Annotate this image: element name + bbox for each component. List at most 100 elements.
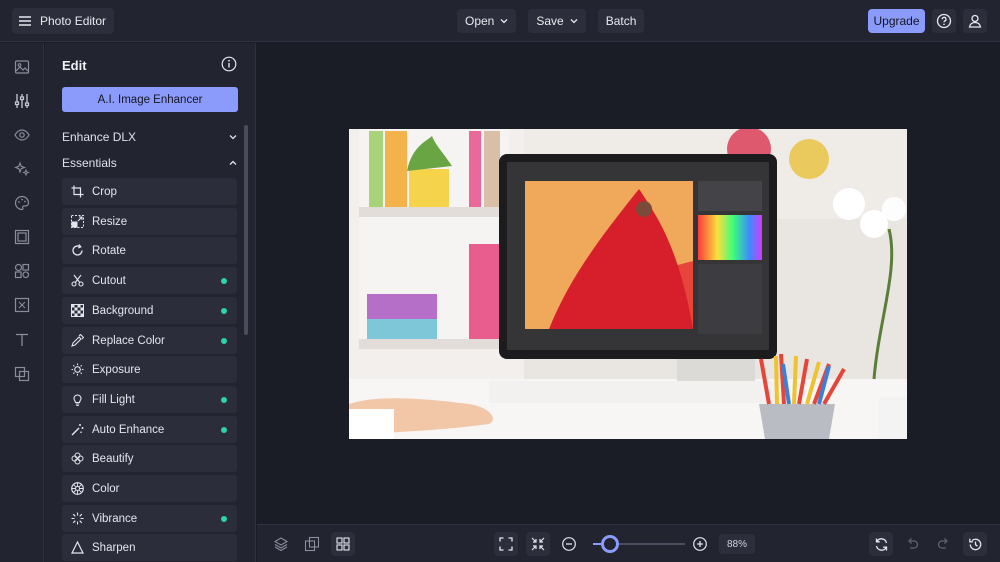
tool-beautify[interactable]: Beautify [62, 445, 237, 472]
shrink-icon [531, 537, 545, 551]
compare-button[interactable] [300, 532, 324, 556]
batch-button[interactable]: Batch [597, 9, 645, 33]
section-label: Essentials [62, 156, 117, 170]
chevron-down-icon [228, 132, 238, 142]
tool-crop[interactable]: Crop [62, 178, 237, 205]
rotate-icon [70, 244, 84, 258]
chevron-down-icon [500, 17, 508, 25]
resize-icon [70, 215, 84, 229]
tool-background[interactable]: Background [62, 297, 237, 324]
layers-button[interactable] [269, 532, 293, 556]
photo-preview[interactable] [349, 129, 907, 439]
frame-icon[interactable] [13, 228, 31, 246]
section-enhance-dlx[interactable]: Enhance DLX [62, 127, 238, 147]
edit-panel: Edit A.I. Image Enhancer Enhance DLX Ess… [45, 43, 256, 562]
history-button[interactable] [963, 532, 987, 556]
open-button[interactable]: Open [457, 9, 517, 33]
help-icon [936, 13, 952, 29]
flower-icon [70, 452, 84, 466]
tool-rotate[interactable]: Rotate [62, 237, 237, 264]
refresh-icon [874, 537, 889, 552]
tool-label: Sharpen [92, 541, 136, 554]
tool-replace-color[interactable]: Replace Color [62, 327, 237, 354]
fit-to-screen-button[interactable] [494, 532, 518, 556]
account-button[interactable] [963, 9, 987, 33]
overlay-icon[interactable] [13, 365, 31, 383]
reset-button[interactable] [869, 532, 893, 556]
ai-image-enhancer-button[interactable]: A.I. Image Enhancer [62, 87, 238, 112]
undo-button[interactable] [900, 532, 924, 556]
zoom-slider[interactable] [593, 535, 685, 553]
sparkles-icon[interactable] [13, 160, 31, 178]
tool-label: Crop [92, 185, 117, 198]
sliders-icon[interactable] [13, 92, 31, 110]
app-menu-button[interactable]: Photo Editor [12, 8, 115, 34]
triangle-icon [70, 541, 84, 555]
history-icon [968, 537, 983, 552]
sun-icon [70, 363, 84, 377]
tool-cutout[interactable]: Cutout [62, 267, 237, 294]
image-icon[interactable] [13, 58, 31, 76]
tool-color[interactable]: Color [62, 475, 237, 502]
help-button[interactable] [932, 9, 956, 33]
tool-label: Background [92, 304, 154, 317]
tool-fill-light[interactable]: Fill Light [62, 386, 237, 413]
dropper-icon [70, 334, 84, 348]
save-label: Save [536, 14, 564, 28]
tool-label: Replace Color [92, 334, 165, 347]
zoom-slider-thumb[interactable] [601, 535, 619, 553]
panel-scrollbar[interactable] [244, 125, 248, 335]
new-feature-dot [221, 308, 227, 314]
bulb-icon [70, 393, 84, 407]
tool-resize[interactable]: Resize [62, 208, 237, 235]
redo-icon [936, 536, 952, 552]
grid-view-button[interactable] [331, 532, 355, 556]
section-label: Enhance DLX [62, 130, 137, 144]
actual-size-button[interactable] [526, 532, 550, 556]
tool-label: Rotate [92, 244, 126, 257]
tool-label: Color [92, 482, 120, 495]
color-wheel-icon [70, 482, 84, 496]
tool-label: Cutout [92, 274, 126, 287]
zoom-in-button[interactable] [688, 532, 712, 556]
texture-icon[interactable] [13, 296, 31, 314]
new-feature-dot [221, 278, 227, 284]
tool-sharpen[interactable]: Sharpen [62, 534, 237, 561]
top-bar: Photo Editor Open Save Batch Upgrade [0, 0, 1000, 42]
batch-label: Batch [605, 14, 637, 28]
new-feature-dot [221, 516, 227, 522]
plus-circle-icon [692, 536, 708, 552]
tool-auto-enhance[interactable]: Auto Enhance [62, 416, 237, 443]
palette-icon[interactable] [13, 194, 31, 212]
scissors-icon [70, 274, 84, 288]
expand-icon [499, 537, 513, 551]
bottom-toolbar: 88% [257, 524, 1000, 562]
zoom-out-button[interactable] [557, 532, 581, 556]
vibrance-icon [70, 512, 84, 526]
user-icon [967, 13, 983, 29]
minus-circle-icon [561, 536, 577, 552]
text-icon[interactable] [13, 331, 31, 349]
hamburger-menu-icon [18, 14, 32, 28]
photo-image [349, 129, 907, 439]
redo-button[interactable] [932, 532, 956, 556]
tool-vibrance[interactable]: Vibrance [62, 505, 237, 532]
tool-label: Resize [92, 215, 128, 228]
elements-icon[interactable] [13, 262, 31, 280]
tool-label: Beautify [92, 452, 134, 465]
panel-title: Edit [62, 58, 87, 73]
upgrade-button[interactable]: Upgrade [868, 9, 925, 33]
new-feature-dot [221, 397, 227, 403]
save-button[interactable]: Save [528, 9, 586, 33]
new-feature-dot [221, 338, 227, 344]
file-actions: Open Save Batch [457, 9, 645, 33]
section-essentials[interactable]: Essentials [62, 153, 238, 173]
compare-icon [304, 536, 320, 552]
tool-label: Fill Light [92, 393, 135, 406]
info-icon[interactable] [221, 56, 237, 72]
zoom-level[interactable]: 88% [719, 534, 755, 554]
eye-icon[interactable] [13, 126, 31, 144]
undo-icon [904, 536, 920, 552]
open-label: Open [465, 14, 495, 28]
tool-exposure[interactable]: Exposure [62, 356, 237, 383]
